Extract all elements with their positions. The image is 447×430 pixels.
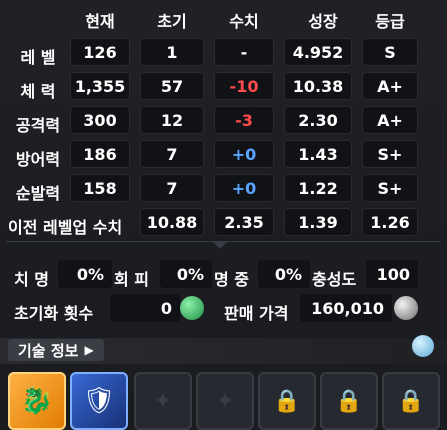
cell-defense-current: 186	[70, 140, 130, 168]
skill-slot-5[interactable]: 🔒	[258, 372, 316, 430]
cell-agility-current: 158	[70, 174, 130, 202]
skill-slot-4[interactable]: ✦	[196, 372, 254, 430]
silver-coin-icon	[394, 296, 418, 320]
lock-icon: 🔒	[397, 388, 425, 414]
cell-level-initial: 1	[140, 38, 204, 66]
reset-count-value: 0	[110, 294, 180, 322]
cell-hp-value: -10	[214, 72, 274, 100]
cell-agility-value: +0	[214, 174, 274, 202]
cell-defense-grade: S+	[362, 140, 418, 168]
cell-attack-current: 300	[70, 106, 130, 134]
cell-attack-growth: 2.30	[284, 106, 352, 134]
reset-green-icon[interactable]	[180, 296, 204, 320]
cell-level-current: 126	[70, 38, 130, 66]
prev-levelup-v1: 10.88	[140, 208, 204, 236]
dragon-skill-icon: 🐉	[20, 386, 54, 416]
skill-slot-6[interactable]: 🔒	[320, 372, 378, 430]
header-growth: 성장	[308, 12, 338, 31]
skill-slot-3[interactable]: ✦	[134, 372, 192, 430]
skill-slot-2[interactable]: 🛡	[70, 372, 128, 430]
reset-count-label: 초기화 횟수	[14, 304, 94, 323]
accuracy-value: 0%	[258, 260, 310, 288]
cell-level-value: -	[214, 38, 274, 66]
skill-slot-1[interactable]: 🐉	[8, 372, 66, 430]
row-label-level: 레 벨	[20, 48, 56, 67]
skill-slot-7[interactable]: 🔒	[382, 372, 440, 430]
cell-agility-growth: 1.22	[284, 174, 352, 202]
header-initial: 초기	[157, 12, 187, 31]
cell-defense-value: +0	[214, 140, 274, 168]
crit-value: 0%	[58, 260, 112, 288]
cell-agility-grade: S+	[362, 174, 418, 202]
cell-attack-grade: A+	[362, 106, 418, 134]
cell-defense-growth: 1.43	[284, 140, 352, 168]
crit-label: 치 명	[14, 270, 50, 289]
accuracy-label: 명 중	[214, 270, 250, 289]
header-current: 현재	[85, 12, 115, 31]
empty-slot-icon: ✦	[153, 388, 173, 414]
header-grade: 등급	[375, 12, 405, 31]
prev-levelup-v4: 1.26	[362, 208, 418, 236]
sell-price-label: 판매 가격	[224, 304, 289, 323]
cell-hp-initial: 57	[140, 72, 204, 100]
empty-slot-icon: ✦	[215, 388, 235, 414]
loyalty-value: 100	[366, 260, 418, 288]
cell-defense-initial: 7	[140, 140, 204, 168]
loyalty-label: 충성도	[312, 270, 357, 289]
evade-label: 회 피	[114, 270, 150, 289]
header-value: 수치	[229, 12, 259, 31]
cell-hp-current: 1,355	[70, 72, 130, 100]
cell-hp-growth: 10.38	[284, 72, 352, 100]
sell-price-value: 160,010	[300, 294, 392, 322]
cell-attack-value: -3	[214, 106, 274, 134]
cell-level-grade: S	[362, 38, 418, 66]
cell-agility-initial: 7	[140, 174, 204, 202]
lock-icon: 🔒	[273, 388, 301, 414]
skill-info-tab[interactable]: 기술 정보 ▶	[8, 339, 104, 361]
row-label-hp: 체 력	[20, 82, 56, 101]
evade-value: 0%	[160, 260, 212, 288]
divider-notch	[212, 241, 228, 249]
row-label-defense: 방어력	[15, 150, 61, 169]
cell-attack-initial: 12	[140, 106, 204, 134]
chevron-right-icon: ▶	[84, 343, 94, 357]
cell-hp-grade: A+	[362, 72, 418, 100]
row-label-agility: 순발력	[15, 184, 61, 203]
prev-levelup-v3: 1.39	[284, 208, 352, 236]
info-orb-icon[interactable]	[412, 335, 434, 357]
lock-icon: 🔒	[335, 388, 363, 414]
shell-skill-icon: 🛡	[82, 386, 116, 416]
skill-info-tab-label: 기술 정보	[18, 341, 79, 360]
prev-levelup-label: 이전 레벨업 수치	[8, 218, 123, 237]
row-label-attack: 공격력	[15, 116, 61, 135]
cell-level-growth: 4.952	[284, 38, 352, 66]
prev-levelup-v2: 2.35	[214, 208, 274, 236]
